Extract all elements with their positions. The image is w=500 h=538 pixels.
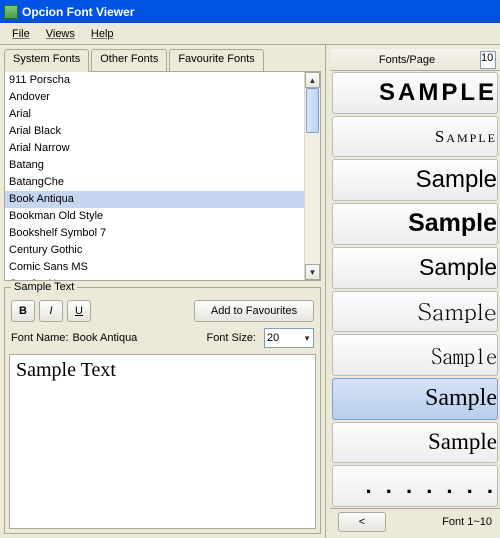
fonts-per-page-header: Fonts/Page 10 — [330, 49, 500, 71]
font-size-value: 20 — [267, 332, 279, 344]
font-item[interactable]: Book Antiqua — [5, 191, 320, 208]
scroll-up-button[interactable]: ▲ — [305, 72, 320, 88]
page-range-label: Font 1~10 — [442, 516, 492, 528]
menu-help[interactable]: Help — [83, 26, 122, 42]
window-title: Opcion Font Viewer — [22, 5, 134, 19]
chevron-down-icon: ▼ — [303, 334, 311, 343]
font-item[interactable]: Bookshelf Symbol 7 — [5, 225, 320, 242]
left-panel: System Fonts Other Fonts Favourite Fonts… — [0, 45, 325, 538]
content: System Fonts Other Fonts Favourite Fonts… — [0, 45, 500, 538]
font-size-select[interactable]: 20 ▼ — [264, 328, 314, 348]
add-to-favourites-button[interactable]: Add to Favourites — [194, 300, 314, 322]
app-icon — [4, 5, 18, 19]
sample-row[interactable]: . . . . . . . — [332, 465, 498, 507]
sample-row[interactable]: Sample — [332, 116, 498, 158]
font-item[interactable]: Andover — [5, 89, 320, 106]
info-row: Font Name: Book Antiqua Font Size: 20 ▼ — [5, 326, 320, 354]
fonts-per-page-input[interactable]: 10 — [480, 51, 496, 69]
font-name-label: Font Name: — [11, 332, 68, 344]
font-size-label: Font Size: — [206, 332, 256, 344]
sample-row[interactable]: Sample — [332, 422, 498, 464]
sample-row[interactable]: Sample — [332, 334, 498, 376]
menu-file[interactable]: File — [4, 26, 38, 42]
menu-views[interactable]: Views — [38, 26, 83, 42]
bold-button[interactable]: B — [11, 300, 35, 322]
right-footer: < Font 1~10 — [330, 508, 500, 534]
sample-row[interactable]: Sample — [332, 159, 498, 201]
font-item[interactable]: Century Gothic — [5, 242, 320, 259]
font-list[interactable]: 911 PorschaAndoverArialArial BlackArial … — [5, 72, 320, 280]
font-item[interactable]: Courier New — [5, 276, 320, 280]
font-item[interactable]: 911 Porscha — [5, 72, 320, 89]
sample-row[interactable]: SAMPLE — [332, 72, 498, 114]
tab-system-fonts[interactable]: System Fonts — [4, 49, 89, 72]
scrollbar[interactable]: ▲ ▼ — [304, 72, 320, 280]
font-item[interactable]: Bookman Old Style — [5, 208, 320, 225]
sample-row[interactable]: Sample — [332, 247, 498, 289]
font-list-container: 911 PorschaAndoverArialArial BlackArial … — [4, 71, 321, 281]
sample-row[interactable]: Sample — [332, 203, 498, 245]
format-toolbar: B I U Add to Favourites — [5, 288, 320, 326]
right-panel: Fonts/Page 10 SAMPLESampleSampleSampleSa… — [325, 45, 500, 538]
font-item[interactable]: Comic Sans MS — [5, 259, 320, 276]
sample-row[interactable]: Sample — [332, 378, 498, 420]
sample-preview[interactable]: Sample Text — [9, 354, 316, 529]
menu-bar: File Views Help — [0, 23, 500, 45]
title-bar: Opcion Font Viewer — [0, 0, 500, 23]
font-item[interactable]: Arial Narrow — [5, 140, 320, 157]
font-item[interactable]: Batang — [5, 157, 320, 174]
scroll-down-button[interactable]: ▼ — [305, 264, 320, 280]
fonts-per-page-label: Fonts/Page — [334, 54, 480, 66]
group-title: Sample Text — [11, 281, 77, 293]
sample-list: SAMPLESampleSampleSampleSampleSampleSamp… — [330, 71, 500, 508]
font-item[interactable]: Arial Black — [5, 123, 320, 140]
font-item[interactable]: BatangChe — [5, 174, 320, 191]
tab-favourite-fonts[interactable]: Favourite Fonts — [169, 49, 263, 71]
italic-button[interactable]: I — [39, 300, 63, 322]
tabs: System Fonts Other Fonts Favourite Fonts — [4, 49, 321, 71]
scrollbar-thumb[interactable] — [306, 88, 319, 133]
font-name-value: Book Antiqua — [72, 332, 137, 344]
sample-text-group: Sample Text B I U Add to Favourites Font… — [4, 287, 321, 534]
font-item[interactable]: Arial — [5, 106, 320, 123]
prev-page-button[interactable]: < — [338, 512, 386, 532]
tab-other-fonts[interactable]: Other Fonts — [91, 49, 167, 71]
sample-row[interactable]: Sample — [332, 291, 498, 333]
underline-button[interactable]: U — [67, 300, 91, 322]
